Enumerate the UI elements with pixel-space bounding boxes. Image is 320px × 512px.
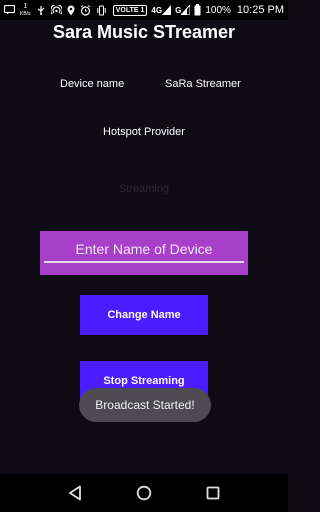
device-name-value: SaRa Streamer <box>165 78 241 90</box>
home-icon[interactable] <box>129 478 159 508</box>
streaming-status-text: Streaming <box>118 183 170 195</box>
signal-4g-icon: 4G <box>151 5 172 15</box>
hotspot-provider-label: Hotspot Provider <box>103 126 185 138</box>
device-name-panel <box>40 231 248 275</box>
hotspot-icon <box>50 5 62 15</box>
clock: 10:25 PM <box>236 4 284 16</box>
back-icon[interactable] <box>60 478 90 508</box>
usb-icon <box>36 5 46 15</box>
notification-icon <box>4 5 15 15</box>
device-name-input[interactable] <box>44 237 244 263</box>
signal-g-icon: G <box>175 5 191 15</box>
change-name-button[interactable]: Change Name <box>80 295 208 335</box>
alarm-icon <box>80 4 91 16</box>
vibrate-icon <box>96 5 107 16</box>
status-bar: 1 KB/s VOLTE 1 4G G 100% 10:25 PM <box>0 0 288 20</box>
app-title: Sara Music STreamer <box>52 22 236 42</box>
battery-percent: 100% <box>205 4 231 16</box>
recents-icon[interactable] <box>198 478 228 508</box>
toast-message: Broadcast Started! <box>79 388 211 422</box>
battery-icon <box>194 4 201 16</box>
navigation-bar <box>0 474 288 512</box>
device-name-label: Device name <box>60 78 125 90</box>
data-speed-icon: 1 KB/s <box>20 2 31 17</box>
location-icon <box>67 5 75 16</box>
volte-icon: VOLTE 1 <box>112 4 148 16</box>
